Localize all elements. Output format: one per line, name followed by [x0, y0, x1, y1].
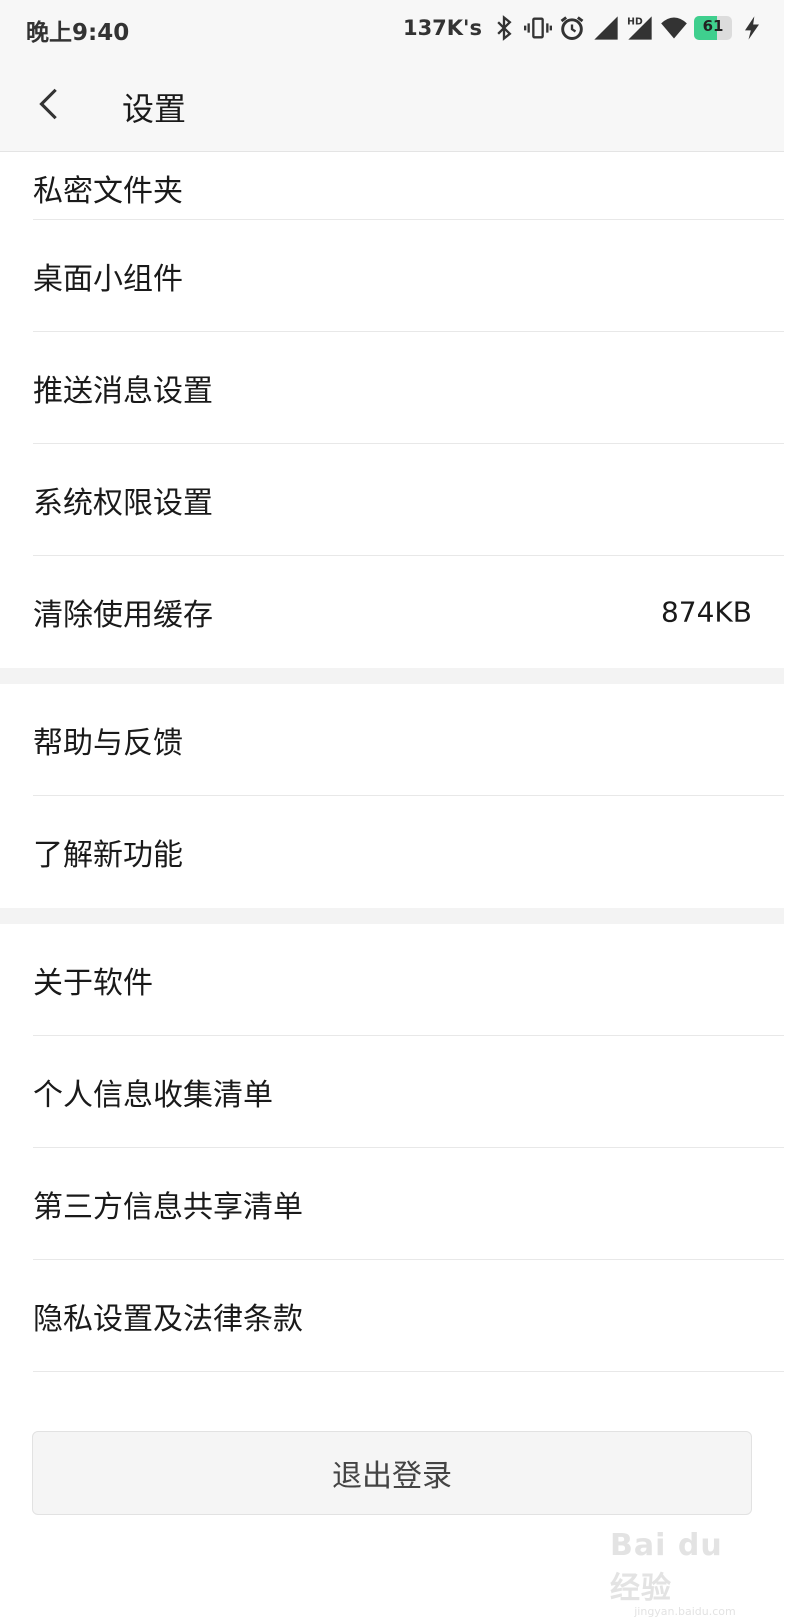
cache-size-value: 874KB [661, 596, 752, 629]
setting-label: 关于软件 [33, 958, 153, 1002]
setting-label: 私密文件夹 [33, 166, 183, 210]
setting-label: 帮助与反馈 [33, 718, 183, 762]
setting-label: 了解新功能 [33, 830, 183, 874]
divider [33, 1371, 784, 1372]
watermark-logo: Bai du 经验 [610, 1528, 760, 1607]
setting-help-feedback[interactable]: 帮助与反馈 [0, 684, 784, 796]
logout-container: 退出登录 [32, 1431, 752, 1515]
section-gap [0, 668, 784, 684]
setting-label: 清除使用缓存 [33, 590, 213, 634]
logout-button[interactable]: 退出登录 [32, 1431, 752, 1515]
setting-privacy-legal[interactable]: 隐私设置及法律条款 [0, 1260, 784, 1372]
wifi-icon [660, 14, 688, 42]
setting-label: 第三方信息共享清单 [33, 1182, 303, 1226]
setting-third-party-sharing[interactable]: 第三方信息共享清单 [0, 1148, 784, 1260]
setting-new-features[interactable]: 了解新功能 [0, 796, 784, 908]
section-gap [0, 908, 784, 924]
page-title: 设置 [122, 84, 186, 130]
status-time: 晚上9:40 [26, 13, 129, 47]
setting-system-permissions[interactable]: 系统权限设置 [0, 444, 784, 556]
network-speed: 137K's [403, 16, 482, 40]
title-bar: 设置 [0, 56, 784, 152]
vibrate-icon [524, 14, 552, 42]
setting-label: 隐私设置及法律条款 [33, 1294, 303, 1338]
setting-private-folder[interactable]: 私密文件夹 [0, 152, 784, 220]
battery-level: 61 [694, 17, 732, 35]
hd-signal-icon: HD [626, 14, 654, 42]
svg-text:HD: HD [627, 17, 643, 28]
setting-label: 推送消息设置 [33, 366, 213, 410]
setting-about[interactable]: 关于软件 [0, 924, 784, 1036]
battery-icon: 61 [694, 16, 732, 40]
setting-label: 个人信息收集清单 [33, 1070, 273, 1114]
bluetooth-icon [490, 14, 518, 42]
watermark-url: jingyan.baidu.com [634, 1605, 736, 1618]
setting-desktop-widgets[interactable]: 桌面小组件 [0, 220, 784, 332]
setting-clear-cache[interactable]: 清除使用缓存 874KB [0, 556, 784, 668]
setting-personal-info-list[interactable]: 个人信息收集清单 [0, 1036, 784, 1148]
chevron-left-icon [33, 84, 67, 124]
setting-label: 桌面小组件 [33, 254, 183, 298]
back-button[interactable] [24, 78, 76, 130]
signal-icon [592, 14, 620, 42]
status-icons: 137K's HD 61 [403, 12, 766, 44]
setting-label: 系统权限设置 [33, 478, 213, 522]
setting-push-notifications[interactable]: 推送消息设置 [0, 332, 784, 444]
status-bar: 晚上9:40 137K's HD 61 [0, 0, 784, 56]
baidu-watermark: Bai du 经验 jingyan.baidu.com [610, 1528, 760, 1584]
alarm-icon [558, 14, 586, 42]
settings-list: 私密文件夹 桌面小组件 推送消息设置 系统权限设置 清除使用缓存 874KB 帮… [0, 152, 784, 1372]
charging-icon [738, 14, 766, 42]
